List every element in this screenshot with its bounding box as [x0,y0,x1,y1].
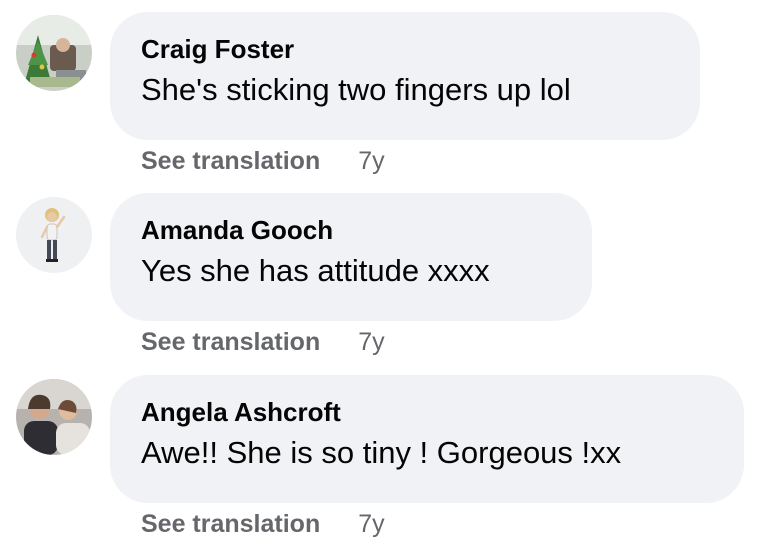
see-translation-link[interactable]: See translation [141,328,320,357]
see-translation-link[interactable]: See translation [141,147,320,176]
comment-actions: See translation 7y [141,143,385,179]
amanda-gooch-avatar [16,197,92,273]
comment-author[interactable]: Amanda Gooch [141,213,562,247]
comment-text: Yes she has attitude xxxx [141,253,490,288]
comment-bubble: Amanda Gooch Yes she has attitude xxxx [110,193,592,321]
comment-bubble: Angela Ashcroft Awe!! She is so tiny ! G… [110,375,744,503]
comment-text: She's sticking two fingers up lol [141,72,571,107]
see-translation-link[interactable]: See translation [141,510,320,539]
comment-actions: See translation 7y [141,324,385,360]
comment-text: Awe!! She is so tiny ! Gorgeous !xx [141,435,622,470]
comment-author[interactable]: Craig Foster [141,32,670,66]
comment-actions: See translation 7y [141,506,385,542]
avatar[interactable] [16,197,92,273]
comment-timestamp[interactable]: 7y [358,510,384,539]
avatar[interactable] [16,15,92,91]
craig-foster-avatar [16,15,92,91]
comment-bubble: Craig Foster She's sticking two fingers … [110,12,700,140]
comment-author[interactable]: Angela Ashcroft [141,395,714,429]
avatar[interactable] [16,379,92,455]
comment-timestamp[interactable]: 7y [358,147,384,176]
comment-timestamp[interactable]: 7y [358,328,384,357]
angela-ashcroft-avatar [16,379,92,455]
